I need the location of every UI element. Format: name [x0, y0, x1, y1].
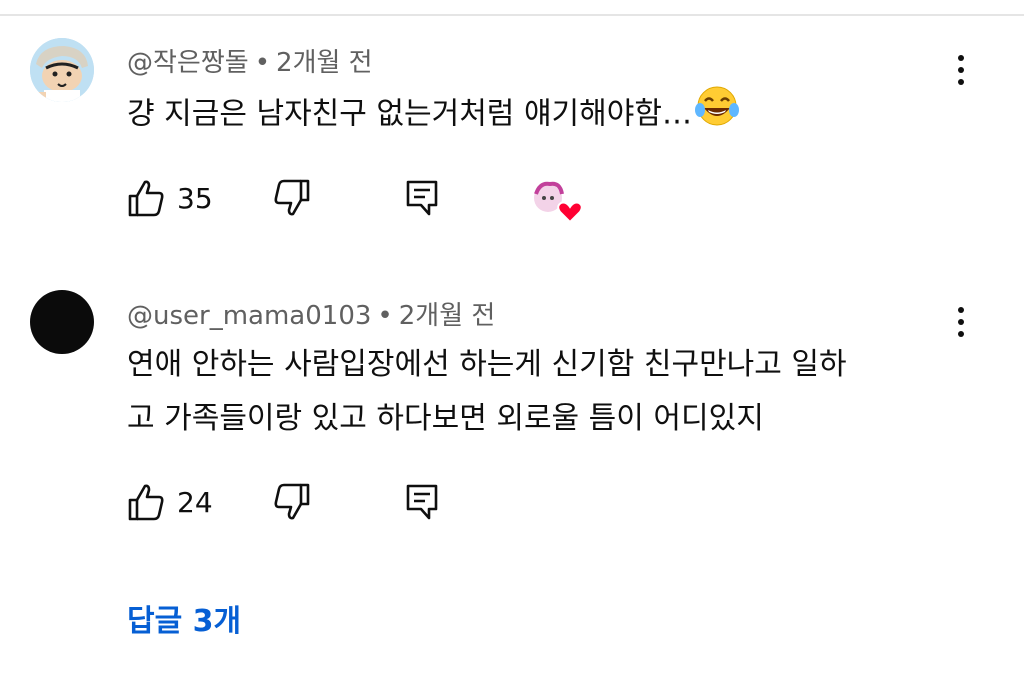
- like-count: 35: [177, 181, 213, 215]
- dot: [958, 331, 964, 337]
- view-replies-button[interactable]: 답글 3개: [127, 596, 241, 640]
- dislike-button[interactable]: [273, 176, 311, 220]
- dot: [958, 307, 964, 313]
- comment-meta: @user_mama0103 • 2개월 전: [127, 295, 495, 332]
- comment-time[interactable]: 2개월 전: [399, 301, 496, 331]
- meta-separator: •: [377, 301, 393, 331]
- top-divider: [0, 14, 1024, 16]
- reply-button[interactable]: [405, 480, 439, 524]
- thumbs-down-icon: [274, 179, 310, 216]
- author-handle[interactable]: @작은짱돌: [127, 48, 249, 78]
- like-button[interactable]: 24: [127, 480, 213, 524]
- author-handle[interactable]: @user_mama0103: [127, 301, 371, 331]
- reply-button[interactable]: [405, 176, 439, 220]
- comment-text: 걍 지금은 남자친구 없는거처럼 얘기해야함…: [127, 84, 947, 146]
- more-options-button[interactable]: [950, 50, 972, 90]
- dot: [958, 319, 964, 325]
- dislike-button[interactable]: [273, 480, 311, 524]
- thumbs-up-icon: [128, 180, 164, 217]
- comment-reply-icon: [406, 484, 438, 520]
- comment-time[interactable]: 2개월 전: [276, 48, 373, 78]
- comment-text-line: 고 가족들이랑 있고 하다보면 외로울 틈이 어디있지: [127, 401, 764, 436]
- thumbs-down-icon: [274, 483, 310, 520]
- avatar[interactable]: [30, 290, 94, 354]
- comment-actions: 35: [127, 176, 597, 220]
- more-options-button[interactable]: [950, 302, 972, 342]
- dot: [958, 67, 964, 73]
- cartoon-avatar-icon: [30, 38, 94, 102]
- comment-reply-icon: [406, 180, 438, 216]
- like-count: 24: [177, 485, 213, 519]
- dot: [958, 79, 964, 85]
- comment-text-line: 연애 안하는 사람입장에선 하는게 신기함 친구만나고 일하: [127, 347, 847, 382]
- meta-separator: •: [254, 48, 271, 78]
- comment-actions: 24: [127, 480, 597, 524]
- thumbs-up-icon: [128, 484, 164, 521]
- comment-meta: @작은짱돌 • 2개월 전: [127, 42, 373, 79]
- dot: [958, 55, 964, 61]
- avatar[interactable]: [30, 38, 94, 102]
- face-with-tears-of-joy-icon: [694, 84, 740, 146]
- creator-heart-badge: [532, 180, 584, 224]
- comment-text-content: 걍 지금은 남자친구 없는거처럼 얘기해야함…: [127, 96, 692, 132]
- comment-text: 연애 안하는 사람입장에선 하는게 신기함 친구만나고 일하 고 가족들이랑 있…: [127, 340, 947, 444]
- like-button[interactable]: 35: [127, 176, 213, 220]
